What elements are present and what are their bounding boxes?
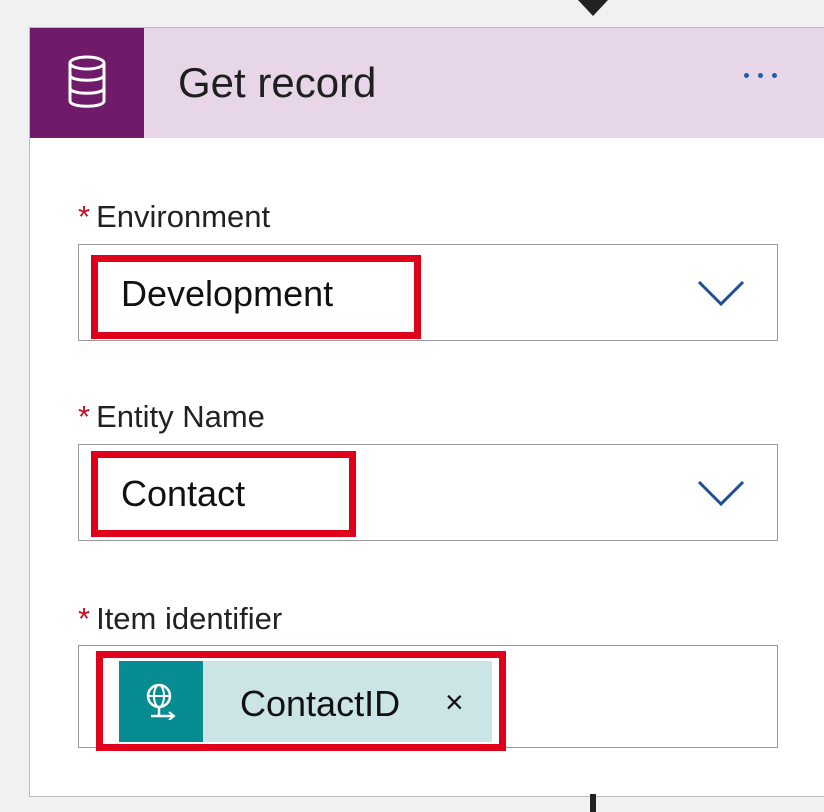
- token-label: ContactID: [240, 683, 401, 724]
- ellipsis-icon: [772, 73, 777, 78]
- item-identifier-label: * Item identifier: [78, 603, 282, 634]
- item-identifier-label-text: Item identifier: [96, 601, 283, 636]
- database-icon: [68, 55, 106, 108]
- top-connector-arrow: [578, 0, 608, 16]
- action-card-header[interactable]: Get record: [30, 28, 824, 138]
- required-marker: *: [78, 601, 91, 636]
- globe-request-icon: [146, 683, 176, 720]
- entity-name-value: Contact: [121, 473, 246, 514]
- bottom-connector-line: [590, 794, 596, 812]
- get-record-action-card: Get record * Environment Development * Ent…: [29, 27, 824, 797]
- entity-name-label-text: Entity Name: [96, 399, 265, 434]
- action-title: Get record: [178, 59, 377, 106]
- item-identifier-input[interactable]: ContactID ×: [78, 645, 778, 751]
- environment-label: * Environment: [78, 201, 270, 232]
- token-icon-tile: [119, 661, 203, 742]
- entity-name-dropdown[interactable]: Contact: [78, 444, 778, 541]
- chevron-down-icon[interactable]: [696, 478, 746, 508]
- environment-value: Development: [121, 273, 334, 314]
- contact-id-token[interactable]: ContactID ×: [119, 661, 492, 742]
- remove-token-button[interactable]: ×: [445, 686, 464, 718]
- environment-dropdown[interactable]: Development: [78, 244, 778, 341]
- ellipsis-icon: [744, 73, 749, 78]
- more-options-button[interactable]: [744, 73, 777, 78]
- ellipsis-icon: [758, 73, 763, 78]
- connector-icon-tile: [30, 28, 144, 138]
- required-marker: *: [78, 199, 91, 234]
- chevron-down-icon[interactable]: [696, 278, 746, 308]
- entity-name-label: * Entity Name: [78, 401, 265, 432]
- environment-label-text: Environment: [96, 199, 271, 234]
- required-marker: *: [78, 399, 91, 434]
